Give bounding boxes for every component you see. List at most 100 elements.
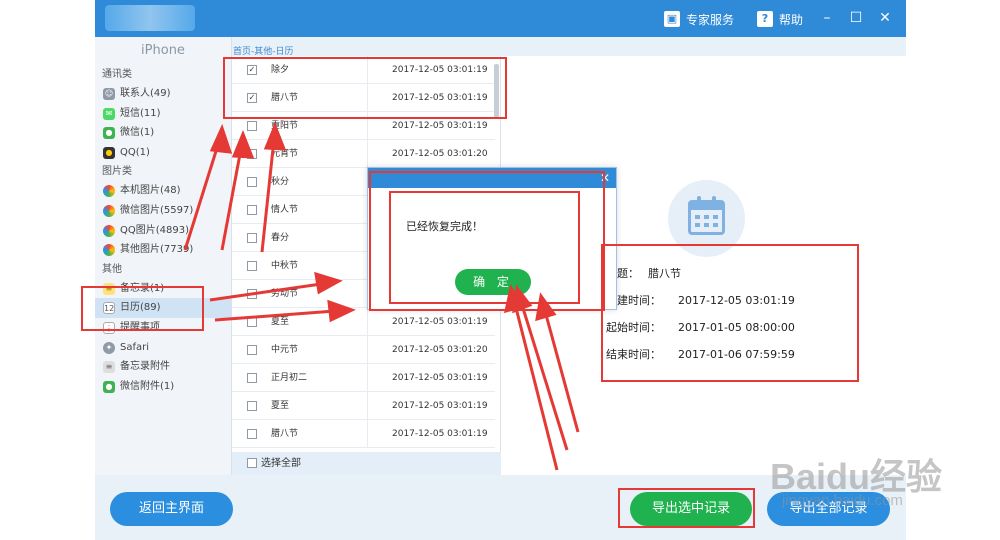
row-checkbox[interactable]: [247, 149, 257, 159]
table-row[interactable]: ✓ 腊八节 2017-12-05 03:01:19: [232, 84, 495, 112]
sidebar-item-label: 其他图片(7739): [120, 244, 194, 256]
sidebar-item-local-photos[interactable]: 本机图片(48): [95, 181, 231, 201]
sidebar-item-label: 短信(11): [120, 107, 161, 119]
row-checkbox[interactable]: [247, 345, 257, 355]
row-name: 腊八节: [271, 93, 299, 103]
row-checkbox[interactable]: [247, 289, 257, 299]
row-checkbox[interactable]: [247, 177, 257, 187]
sidebar-item-label: 备忘录附件: [120, 361, 170, 373]
category-communication: 通讯类: [102, 69, 132, 80]
row-divider: [367, 56, 368, 84]
notes-attachment-icon: ≡: [103, 361, 115, 374]
app-logo: [105, 5, 195, 31]
bottom-bar: 返回主界面 导出选中记录 导出全部记录: [95, 475, 906, 540]
row-divider: [367, 112, 368, 140]
dialog-ok-button[interactable]: 确 定: [455, 269, 531, 295]
detail-title-row: 标题： 腊八节: [606, 265, 681, 281]
select-all-checkbox[interactable]: [247, 458, 257, 468]
row-name: 春分: [271, 233, 290, 243]
list-scrollbar[interactable]: [494, 64, 499, 118]
sidebar-item-wechat-attachments[interactable]: ● 微信附件(1): [95, 377, 231, 397]
row-name: 中秋节: [271, 261, 299, 271]
row-time: 2017-12-05 03:01:19: [392, 317, 488, 327]
sidebar-item-wechat-photos[interactable]: 微信图片(5597): [95, 201, 231, 221]
export-selected-button[interactable]: 导出选中记录: [630, 492, 752, 526]
row-time: 2017-12-05 03:01:19: [392, 121, 488, 131]
row-time: 2017-12-05 03:01:20: [392, 149, 488, 159]
row-checkbox[interactable]: ✓: [247, 65, 257, 75]
table-row[interactable]: 中元节 2017-12-05 03:01:20: [232, 336, 495, 364]
table-row[interactable]: 腊八节 2017-12-05 03:01:19: [232, 420, 495, 448]
detail-end-value: 2017-01-06 07:59:59: [678, 348, 795, 361]
photos-icon: [103, 185, 115, 198]
row-checkbox[interactable]: [247, 373, 257, 383]
sidebar-item-other-photos[interactable]: 其他图片(7739): [95, 240, 231, 260]
minimize-button[interactable]: –: [817, 8, 837, 28]
row-name: 情人节: [271, 205, 299, 215]
row-checkbox[interactable]: ✓: [247, 93, 257, 103]
row-checkbox[interactable]: [247, 121, 257, 131]
table-row[interactable]: 正月初二 2017-12-05 03:01:19: [232, 364, 495, 392]
sidebar-item-sms[interactable]: ✉ 短信(11): [95, 104, 231, 124]
sidebar-item-label: 联系人(49): [120, 88, 171, 99]
maximize-button[interactable]: ☐: [846, 8, 866, 28]
sidebar-item-label: QQ(1): [120, 146, 150, 158]
sidebar-item-safari[interactable]: ✦ Safari: [95, 338, 231, 358]
photos-icon: [103, 204, 115, 217]
help-button[interactable]: ? 帮助: [757, 9, 803, 29]
sidebar-item-label: 微信(1): [120, 127, 155, 139]
close-button[interactable]: ✕: [875, 8, 895, 28]
calendar-icon: 12: [103, 302, 115, 315]
select-all-label: 选择全部: [261, 458, 301, 469]
table-row[interactable]: 夏至 2017-12-05 03:01:19: [232, 308, 495, 336]
table-row[interactable]: ✓ 除夕 2017-12-05 03:01:19: [232, 56, 495, 84]
sidebar-item-qq[interactable]: ● QQ(1): [95, 143, 231, 163]
sidebar: iPhone 通讯类 ☺ 联系人(49) ✉ 短信(11) ● 微信(1) ● …: [95, 37, 232, 475]
title-bar: ▣ 专家服务 ? 帮助 – ☐ ✕: [95, 0, 906, 37]
table-row[interactable]: 夏至 2017-12-05 03:01:19: [232, 392, 495, 420]
detail-created-row: 创建时间： 2017-12-05 03:01:19: [606, 292, 795, 308]
dialog-message: 已经恢复完成！: [406, 220, 483, 233]
sidebar-item-label: 日历(89): [120, 302, 161, 314]
dialog-close-icon[interactable]: ✕: [600, 170, 610, 186]
expert-service-button[interactable]: ▣ 专家服务: [664, 9, 734, 29]
row-checkbox[interactable]: [247, 205, 257, 215]
help-icon: ?: [757, 11, 773, 27]
row-time: 2017-12-05 03:01:19: [392, 429, 488, 439]
device-name: iPhone: [141, 43, 185, 58]
detail-created-value: 2017-12-05 03:01:19: [678, 294, 795, 307]
row-divider: [367, 420, 368, 448]
restore-complete-dialog: ✕ 已经恢复完成！ 确 定: [367, 167, 617, 310]
row-time: 2017-12-05 03:01:19: [392, 373, 488, 383]
sidebar-item-qq-photos[interactable]: QQ图片(4893): [95, 221, 231, 241]
sidebar-item-calendar[interactable]: 12 日历(89): [95, 298, 231, 318]
row-time: 2017-12-05 03:01:19: [392, 93, 488, 103]
row-divider: [367, 140, 368, 168]
row-name: 夏至: [271, 401, 290, 411]
sidebar-item-label: 微信图片(5597): [120, 204, 194, 216]
row-time: 2017-12-05 03:01:20: [392, 345, 488, 355]
sidebar-item-contacts[interactable]: ☺ 联系人(49): [95, 84, 231, 104]
detail-end-label: 结束时间：: [606, 348, 661, 361]
wechat-icon: ●: [103, 380, 115, 393]
sidebar-item-reminders[interactable]: ⋮ 提醒事项: [95, 318, 231, 338]
select-all-row[interactable]: 选择全部: [232, 452, 501, 475]
row-checkbox[interactable]: [247, 233, 257, 243]
row-checkbox[interactable]: [247, 429, 257, 439]
back-to-home-button[interactable]: 返回主界面: [110, 492, 233, 526]
sidebar-item-label: 备忘录(1): [120, 282, 165, 294]
table-row[interactable]: 元宵节 2017-12-05 03:01:20: [232, 140, 495, 168]
row-name: 元宵节: [271, 149, 299, 159]
sidebar-item-wechat[interactable]: ● 微信(1): [95, 123, 231, 143]
row-checkbox[interactable]: [247, 261, 257, 271]
sidebar-item-notes-attachments[interactable]: ≡ 备忘录附件: [95, 357, 231, 377]
export-all-button[interactable]: 导出全部记录: [767, 492, 890, 526]
row-checkbox[interactable]: [247, 401, 257, 411]
row-name: 重阳节: [271, 121, 299, 131]
sidebar-item-notes[interactable]: ≡ 备忘录(1): [95, 279, 231, 299]
table-row[interactable]: 重阳节 2017-12-05 03:01:19: [232, 112, 495, 140]
sidebar-item-label: 提醒事项: [120, 321, 160, 333]
detail-title-value: 腊八节: [648, 267, 681, 280]
detail-start-row: 起始时间： 2017-01-05 08:00:00: [606, 319, 795, 335]
row-checkbox[interactable]: [247, 317, 257, 327]
